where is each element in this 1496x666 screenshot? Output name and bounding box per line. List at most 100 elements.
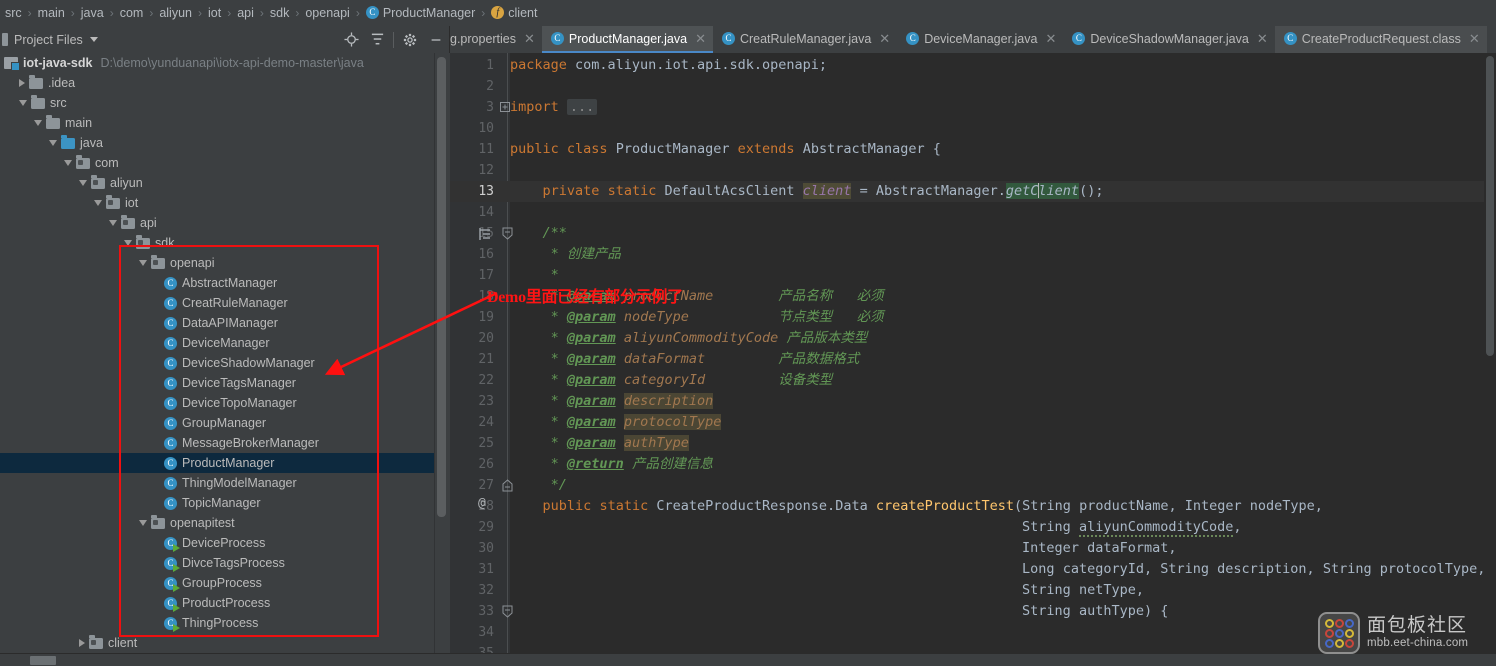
locate-target-icon[interactable]: [338, 28, 364, 52]
breadcrumb-item-sdk[interactable]: sdk: [269, 6, 290, 20]
tree-row-groupprocess[interactable]: GroupProcess: [0, 573, 434, 593]
tree-row-aliyun[interactable]: aliyun: [0, 173, 434, 193]
close-icon[interactable]: ✕: [1045, 32, 1056, 45]
chevron-down-icon[interactable]: [79, 180, 87, 186]
tab-creatrulemanager-java[interactable]: CreatRuleManager.java ✕: [713, 26, 897, 53]
settings-gear-icon[interactable]: [397, 28, 423, 52]
chevron-down-icon[interactable]: [139, 260, 147, 266]
breadcrumb-item-openapi[interactable]: openapi: [304, 6, 351, 20]
code-line[interactable]: 27 */: [450, 475, 1496, 496]
code-line[interactable]: 2: [450, 76, 1496, 97]
close-icon[interactable]: ✕: [524, 32, 535, 45]
code-lines[interactable]: 1 package com.aliyun.iot.api.sdk.openapi;…: [450, 53, 1496, 653]
tree-row-devicetagsmanager[interactable]: DeviceTagsManager: [0, 373, 434, 393]
tree-row-root[interactable]: iot-java-sdk D:\demo\yunduanapi\iotx-api-…: [0, 53, 434, 73]
tree-scrollbar-thumb[interactable]: [437, 57, 446, 517]
chevron-down-icon[interactable]: [109, 220, 117, 226]
breadcrumb-item-java[interactable]: java: [80, 6, 105, 20]
code-line[interactable]: 12: [450, 160, 1496, 181]
tab-devicemanager-java[interactable]: DeviceManager.java ✕: [897, 26, 1063, 53]
tree-row-messagebrokermanager[interactable]: MessageBrokerManager: [0, 433, 434, 453]
code-line[interactable]: 30 Integer dataFormat,: [450, 538, 1496, 559]
tree-row-deviceprocess[interactable]: DeviceProcess: [0, 533, 434, 553]
tree-row-thingmodelmanager[interactable]: ThingModelManager: [0, 473, 434, 493]
code-line[interactable]: 1 package com.aliyun.iot.api.sdk.openapi;: [450, 55, 1496, 76]
code-line[interactable]: 10: [450, 118, 1496, 139]
tree-row-java[interactable]: java: [0, 133, 434, 153]
tree-row-main[interactable]: main: [0, 113, 434, 133]
tab-deviceshadowmanager-java[interactable]: DeviceShadowManager.java ✕: [1063, 26, 1274, 53]
fold-collapse-icon[interactable]: [502, 223, 514, 247]
status-bar-chip[interactable]: [30, 656, 56, 665]
chevron-down-icon[interactable]: [124, 240, 132, 246]
code-line[interactable]: 20 * @param aliyunCommodityCode 产品版本类型: [450, 328, 1496, 349]
code-line[interactable]: 19 * @param nodeType 节点类型 必须: [450, 307, 1496, 328]
fold-collapse-icon-2[interactable]: [502, 601, 514, 625]
tree-row-deviceshadowmanager[interactable]: DeviceShadowManager: [0, 353, 434, 373]
close-icon[interactable]: ✕: [695, 32, 706, 45]
hide-minimize-icon[interactable]: [423, 28, 449, 52]
code-line[interactable]: 24 * @param protocolType: [450, 412, 1496, 433]
chevron-down-icon[interactable]: [19, 100, 27, 106]
chevron-down-icon[interactable]: [139, 520, 147, 526]
editor-scrollbar-thumb[interactable]: [1486, 56, 1494, 356]
tree-row-client[interactable]: client: [0, 633, 434, 653]
tree-row-topicmanager[interactable]: TopicManager: [0, 493, 434, 513]
tree-row-api[interactable]: api: [0, 213, 434, 233]
tree-row-devicetopomanager[interactable]: DeviceTopoManager: [0, 393, 434, 413]
tree-row-iot[interactable]: iot: [0, 193, 434, 213]
code-line[interactable]: 14: [450, 202, 1496, 223]
tree-row-openapi[interactable]: openapi: [0, 253, 434, 273]
javadoc-render-icon[interactable]: [479, 223, 493, 247]
tree-row-com[interactable]: com: [0, 153, 434, 173]
tree-row-productprocess[interactable]: ProductProcess: [0, 593, 434, 613]
chevron-down-icon[interactable]: [49, 140, 57, 146]
code-line[interactable]: 11 public class ProductManager extends Ab…: [450, 139, 1496, 160]
code-line[interactable]: 25 * @param authType: [450, 433, 1496, 454]
tree-row-divcetagsprocess[interactable]: DivceTagsProcess: [0, 553, 434, 573]
tree-row-devicemanager[interactable]: DeviceManager: [0, 333, 434, 353]
code-line[interactable]: 3 import ...: [450, 97, 1496, 118]
tree-row-src[interactable]: src: [0, 93, 434, 113]
close-icon[interactable]: ✕: [1469, 32, 1480, 45]
code-line[interactable]: 16 * 创建产品: [450, 244, 1496, 265]
tab-g-properties[interactable]: g.properties ✕: [450, 26, 542, 53]
tree-row-abstractmanager[interactable]: AbstractManager: [0, 273, 434, 293]
code-editor[interactable]: 1 package com.aliyun.iot.api.sdk.openapi;…: [450, 53, 1496, 653]
breadcrumb-item-productmanager[interactable]: ProductManager: [365, 6, 476, 20]
tree-row-thingprocess[interactable]: ThingProcess: [0, 613, 434, 633]
breadcrumb-item-com[interactable]: com: [119, 6, 145, 20]
breadcrumb-item-src[interactable]: src: [4, 6, 23, 20]
tab-createproductrequest-class[interactable]: CreateProductRequest.class ✕: [1274, 26, 1487, 53]
breadcrumb-item-api[interactable]: api: [236, 6, 255, 20]
code-line[interactable]: 13 private static DefaultAcsClient clien…: [450, 181, 1496, 202]
breadcrumb-item-client[interactable]: client: [490, 6, 538, 20]
tree-row-productmanager[interactable]: ProductManager: [0, 453, 434, 473]
close-icon[interactable]: ✕: [879, 32, 890, 45]
tab-productmanager-java[interactable]: ProductManager.java ✕: [541, 26, 713, 53]
tree-row-dataapimanager[interactable]: DataAPIManager: [0, 313, 434, 333]
close-icon[interactable]: ✕: [1257, 32, 1268, 45]
code-line[interactable]: 23 * @param description: [450, 391, 1496, 412]
breadcrumb-item-main[interactable]: main: [37, 6, 66, 20]
code-line[interactable]: 31 Long categoryId, String description, …: [450, 559, 1496, 580]
tree-row-creatrulemanager[interactable]: CreatRuleManager: [0, 293, 434, 313]
code-line[interactable]: 17 *: [450, 265, 1496, 286]
code-line[interactable]: 15 /**: [450, 223, 1496, 244]
tree-row-groupmanager[interactable]: GroupManager: [0, 413, 434, 433]
chevron-down-icon[interactable]: [89, 37, 98, 42]
code-line[interactable]: 18 * @param productName 产品名称 必须: [450, 286, 1496, 307]
fold-collapse-end-icon[interactable]: [502, 475, 514, 499]
annotation-marker-icon[interactable]: @: [478, 496, 486, 511]
breadcrumb-item-aliyun[interactable]: aliyun: [158, 6, 193, 20]
breadcrumb-item-iot[interactable]: iot: [207, 6, 222, 20]
code-line[interactable]: 26 * @return 产品创建信息: [450, 454, 1496, 475]
code-line[interactable]: 32 String netType,: [450, 580, 1496, 601]
project-files-label[interactable]: Project Files: [14, 33, 83, 47]
tree-row-.idea[interactable]: .idea: [0, 73, 434, 93]
tree-row-openapitest[interactable]: openapitest: [0, 513, 434, 533]
code-line[interactable]: 21 * @param dataFormat 产品数据格式: [450, 349, 1496, 370]
chevron-right-icon[interactable]: [19, 79, 25, 87]
code-line[interactable]: 28 public static CreateProductResponse.D…: [450, 496, 1496, 517]
tree-row-sdk[interactable]: sdk: [0, 233, 434, 253]
